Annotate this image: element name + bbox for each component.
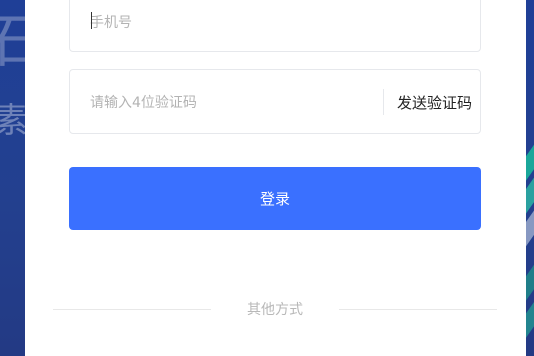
verification-code-input[interactable] xyxy=(90,93,370,113)
background-subtitle-glyph: 素 xyxy=(0,101,28,141)
divider-line-right xyxy=(339,309,497,310)
phone-field[interactable] xyxy=(69,0,481,52)
send-code-button[interactable]: 发送验证码 xyxy=(397,92,472,113)
verification-code-field[interactable]: 发送验证码 xyxy=(69,69,481,134)
field-divider xyxy=(383,89,384,115)
login-card: 发送验证码 登录 其他方式 xyxy=(25,0,526,356)
phone-input[interactable] xyxy=(90,13,460,33)
login-page: 石 素 发送验证码 登录 其他方式 xyxy=(0,0,534,356)
other-methods-divider: 其他方式 xyxy=(53,298,497,320)
login-button[interactable]: 登录 xyxy=(69,167,481,230)
text-cursor xyxy=(91,12,92,29)
